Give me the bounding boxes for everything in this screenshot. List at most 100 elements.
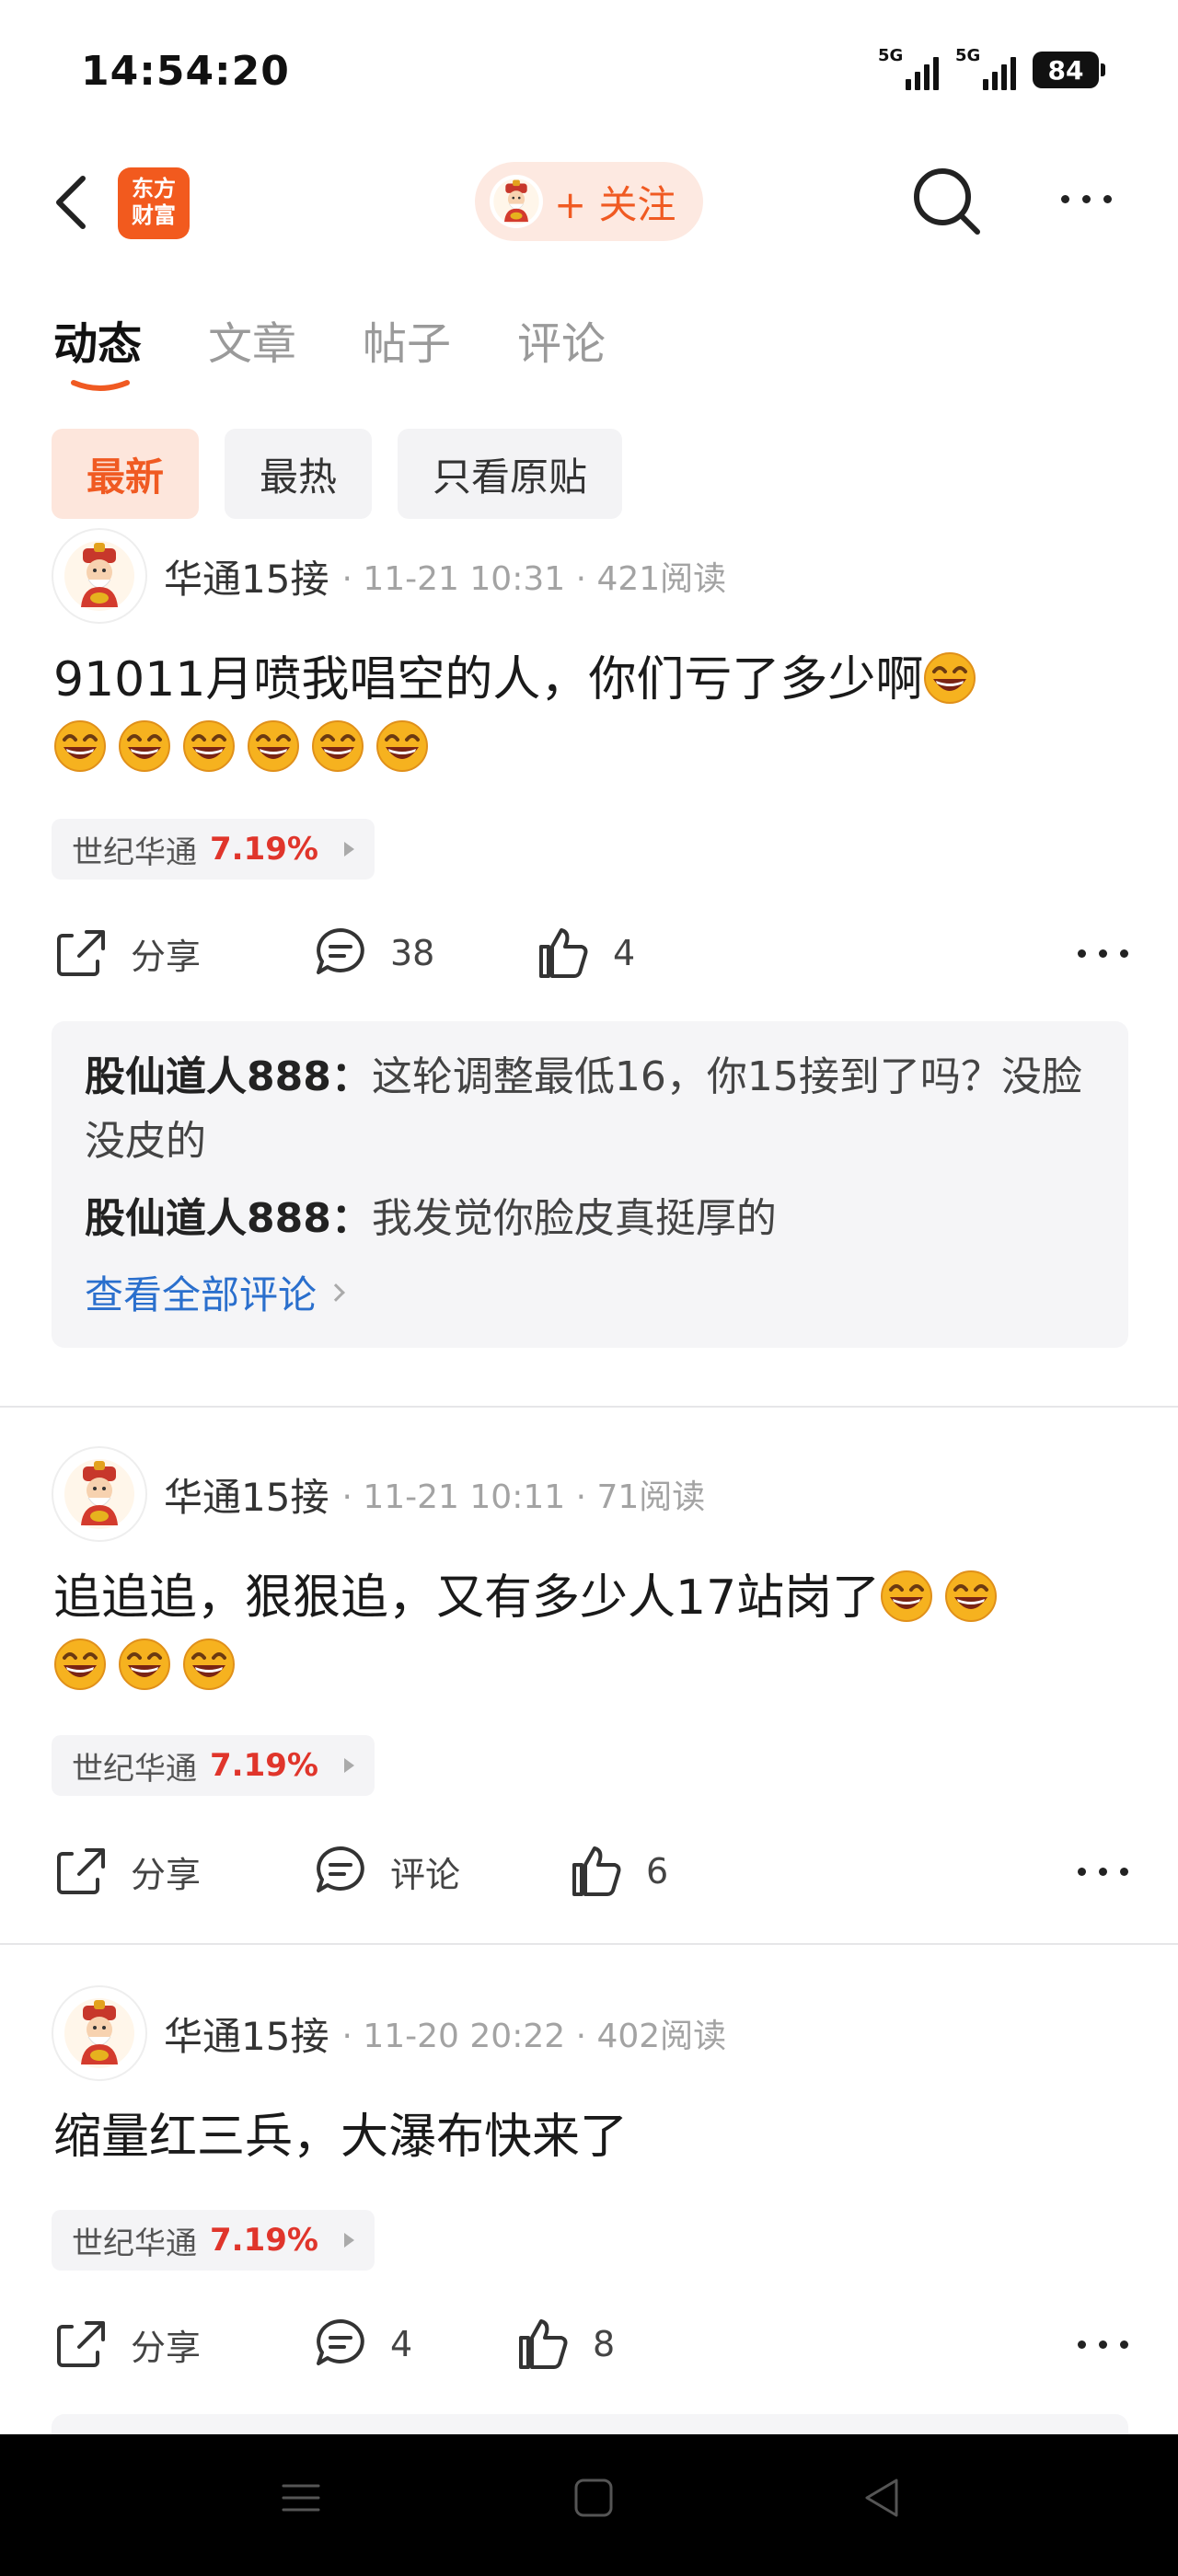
post-actions: 分享 评论 6 <box>52 1834 1128 1908</box>
like-icon <box>519 2319 568 2369</box>
tab-dynamics[interactable]: 动态 <box>53 307 142 391</box>
post-header: 华通15接 · 11-21 10:31 · 421阅读 <box>52 528 726 624</box>
status-time: 14:54:20 <box>81 48 290 95</box>
avatar[interactable] <box>52 1985 147 2081</box>
share-button[interactable]: 分享 <box>55 1834 201 1908</box>
fortune-god-avatar-icon <box>64 1997 135 2069</box>
like-icon <box>539 928 588 978</box>
laughing-emoji-icon <box>182 719 236 773</box>
like-icon <box>572 1846 621 1896</box>
share-icon <box>57 2321 105 2367</box>
filter-original-only[interactable]: 只看原贴 <box>398 429 623 519</box>
tab-comments[interactable]: 评论 <box>517 307 606 372</box>
tab-articles[interactable]: 文章 <box>208 307 296 372</box>
signal-icon: 5G <box>955 46 1016 90</box>
post-more-button[interactable] <box>1078 1868 1128 1876</box>
filter-hottest[interactable]: 最热 <box>225 429 373 519</box>
comment-preview: 股仙道人888：这轮调整最低16，你15接到了吗？没脸没皮的 股仙道人888：我… <box>52 1021 1128 1348</box>
comment-icon <box>317 2319 364 2365</box>
share-button[interactable]: 分享 <box>55 2307 201 2381</box>
comment-item[interactable]: 股仙道人888：我发觉你脸皮真挺厚的 <box>85 1187 1095 1251</box>
stock-tag[interactable]: 世纪华通 7.19% <box>52 819 375 880</box>
author-name[interactable]: 华通15接 <box>164 1466 329 1523</box>
tab-posts[interactable]: 帖子 <box>363 307 451 372</box>
laughing-emoji-icon <box>375 719 429 773</box>
dot-icon <box>1120 2340 1128 2349</box>
dot-icon <box>1099 949 1107 958</box>
view-all-comments-link[interactable]: 查看全部评论 <box>85 1264 1095 1320</box>
chevron-right-icon <box>327 1282 345 1302</box>
comment-icon <box>317 1846 364 1892</box>
like-button[interactable]: 8 <box>517 2307 615 2381</box>
comment-button[interactable]: 38 <box>315 916 434 990</box>
post-actions: 分享 38 4 <box>52 916 1128 990</box>
laughing-emoji-icon <box>311 719 364 773</box>
dot-icon <box>1099 1868 1107 1876</box>
like-button[interactable]: 4 <box>537 916 635 990</box>
home-square-icon <box>574 2478 613 2517</box>
follow-label: + 关注 <box>554 181 676 227</box>
follow-button[interactable]: + 关注 <box>475 162 703 241</box>
filter-bar: 最新 最热 只看原贴 <box>52 429 623 519</box>
dot-icon <box>1120 1868 1128 1876</box>
stock-tag[interactable]: 世纪华通 7.19% <box>52 1735 375 1796</box>
filter-latest[interactable]: 最新 <box>52 429 200 519</box>
more-menu-button[interactable] <box>1049 180 1123 217</box>
share-button[interactable]: 分享 <box>55 916 201 990</box>
share-icon <box>57 930 105 976</box>
laughing-emoji-icon <box>118 1638 171 1691</box>
tab-bar: 动态 文章 帖子 评论 <box>53 307 606 391</box>
laughing-emoji-icon <box>247 719 300 773</box>
back-nav-button[interactable] <box>860 2475 906 2524</box>
signal-icon: 5G <box>878 46 939 90</box>
app-logo: 东方 财富 <box>118 167 190 239</box>
divider <box>0 1943 1178 1945</box>
fortune-god-avatar-icon <box>492 178 540 225</box>
comment-user: 股仙道人888： <box>85 1053 372 1100</box>
dot-icon <box>1099 2340 1107 2349</box>
dot-icon <box>1078 2340 1086 2349</box>
post-header: 华通15接 · 11-20 20:22 · 402阅读 <box>52 1985 726 2081</box>
laughing-emoji-icon <box>53 1638 107 1691</box>
avatar[interactable] <box>52 1446 147 1542</box>
back-button[interactable] <box>46 169 101 236</box>
avatar[interactable] <box>52 528 147 624</box>
post-more-button[interactable] <box>1078 2340 1128 2349</box>
avatar <box>490 175 543 228</box>
home-button[interactable] <box>571 2475 617 2524</box>
chevron-left-icon <box>56 176 86 229</box>
stock-change: 7.19% <box>210 2222 318 2259</box>
laughing-emoji-icon <box>53 719 107 773</box>
dot-icon <box>1078 1868 1086 1876</box>
like-button[interactable]: 6 <box>571 1834 668 1908</box>
fortune-god-avatar-icon <box>64 540 135 612</box>
status-indicators: 5G 5G 84 <box>878 46 1105 90</box>
back-triangle-icon <box>865 2478 898 2517</box>
comment-icon <box>317 928 364 974</box>
comment-item[interactable]: 股仙道人888：这轮调整最低16，你15接到了吗？没脸没皮的 <box>85 1045 1095 1174</box>
post-actions: 分享 4 8 <box>52 2307 1128 2381</box>
post-text[interactable]: 91011月喷我唱空的人，你们亏了多少啊 <box>53 646 1139 782</box>
stock-change: 7.19% <box>210 831 318 868</box>
laughing-emoji-icon <box>182 1638 236 1691</box>
stock-change: 7.19% <box>210 1747 318 1784</box>
post-header: 华通15接 · 11-21 10:11 · 71阅读 <box>52 1446 705 1542</box>
search-button[interactable] <box>909 164 985 239</box>
laughing-emoji-icon <box>923 651 977 705</box>
laughing-emoji-icon <box>118 719 171 773</box>
post-text[interactable]: 追追追，狠狠追，又有多少人17站岗了 <box>53 1564 1139 1700</box>
comment-button[interactable]: 4 <box>315 2307 412 2381</box>
dot-icon <box>1078 949 1086 958</box>
dot-icon <box>1081 194 1091 203</box>
post-more-button[interactable] <box>1078 949 1128 958</box>
next-comment-preview-edge <box>52 2414 1128 2434</box>
menu-button[interactable] <box>278 2475 324 2524</box>
author-name[interactable]: 华通15接 <box>164 2006 329 2062</box>
stock-tag[interactable]: 世纪华通 7.19% <box>52 2210 375 2271</box>
comment-button[interactable]: 评论 <box>315 1834 460 1908</box>
post-meta: · 11-21 10:31 · 421阅读 <box>341 560 727 598</box>
post-meta: · 11-21 10:11 · 71阅读 <box>341 1478 706 1516</box>
menu-icon <box>282 2484 320 2512</box>
post-text[interactable]: 缩量红三兵，大瀑布快来了 <box>53 2103 1139 2171</box>
author-name[interactable]: 华通15接 <box>164 548 329 604</box>
